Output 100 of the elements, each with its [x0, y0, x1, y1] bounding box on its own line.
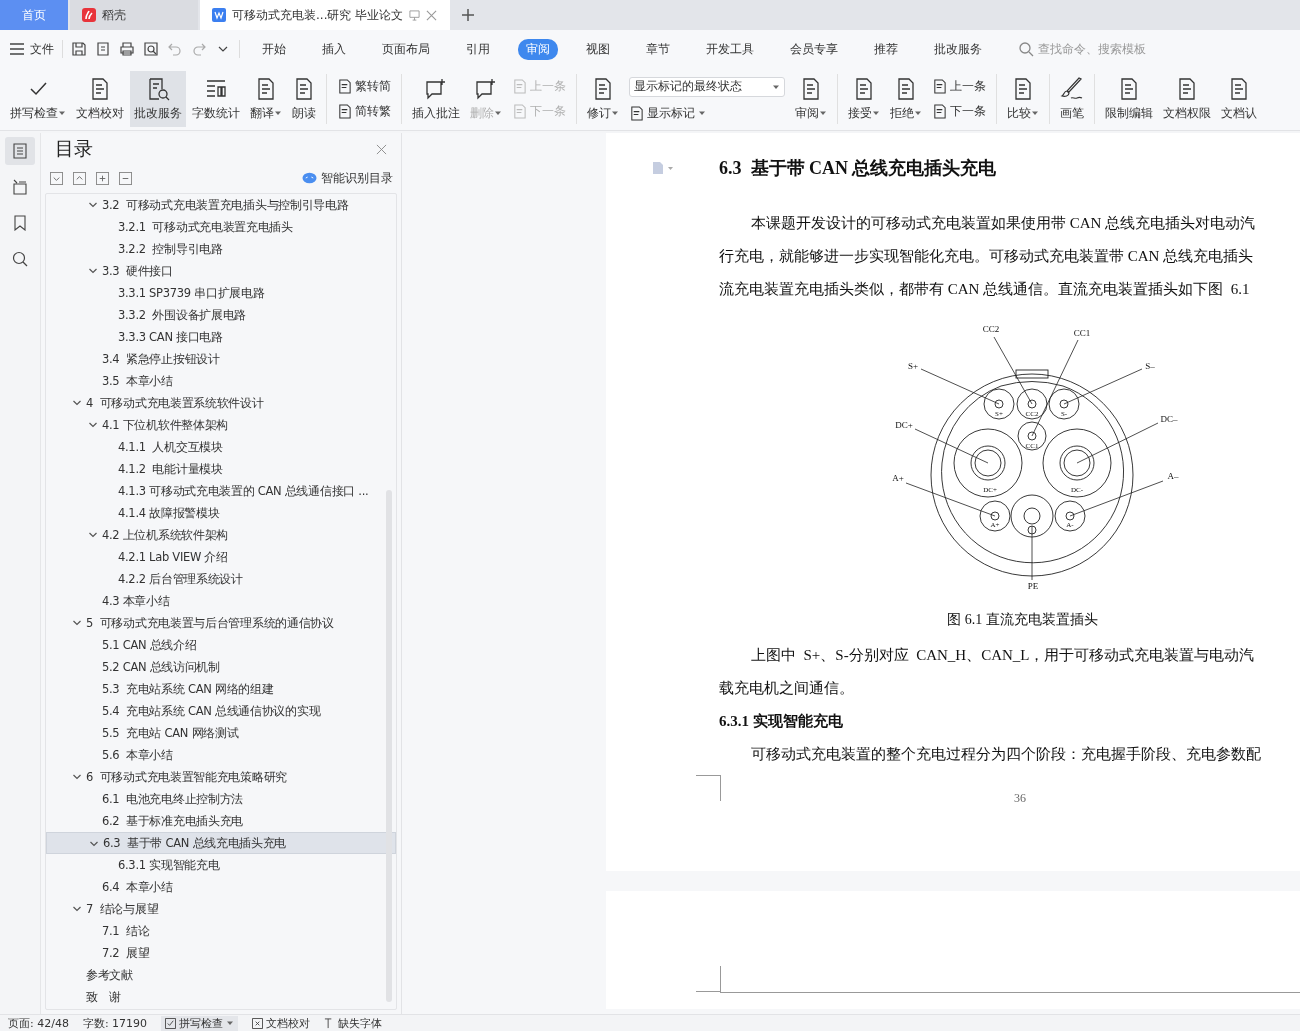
ribbon-tab[interactable]: 推荐 — [866, 38, 906, 60]
command-search-field[interactable]: 查找命令、搜索模板 — [1018, 41, 1170, 57]
chevron-icon[interactable] — [88, 530, 98, 540]
ribbon-button[interactable]: 审阅 — [791, 71, 831, 127]
toc-item[interactable]: 4.1.2 电能计量模块 — [46, 458, 396, 480]
minus-icon[interactable] — [119, 171, 132, 185]
chevron-icon[interactable] — [88, 420, 98, 430]
toc-item[interactable]: 6.2 基于标准充电插头充电 — [46, 810, 396, 832]
toc-item[interactable]: 5 可移动式充电装置与后台管理系统的通信协议 — [46, 612, 396, 634]
toc-item[interactable]: 3.3.1 SP3739 串口扩展电路 — [46, 282, 396, 304]
toc-item[interactable]: 3.5 本章小结 — [46, 370, 396, 392]
close-icon[interactable] — [426, 9, 438, 21]
ribbon-button[interactable]: 比较 — [1003, 71, 1043, 127]
toc-item[interactable]: 3.3 硬件接口 — [46, 260, 396, 282]
toc-item[interactable]: 3.3.2 外围设备扩展电路 — [46, 304, 396, 326]
close-icon[interactable] — [376, 143, 387, 155]
chevron-icon[interactable] — [72, 398, 82, 408]
toc-item[interactable]: 4 可移动式充电装置系统软件设计 — [46, 392, 396, 414]
ribbon-tab[interactable]: 页面布局 — [374, 38, 438, 60]
expand-icon[interactable] — [73, 171, 86, 185]
ribbon-button[interactable]: 翻译 — [246, 71, 286, 127]
ribbon-tab[interactable]: 开发工具 — [698, 38, 762, 60]
smart-toc-button[interactable]: 智能识别目录 — [302, 169, 393, 187]
ribbon-tab[interactable]: 引用 — [458, 38, 498, 60]
ribbon-small-button[interactable]: 下一条 — [932, 103, 986, 120]
file-menu-button[interactable]: 文件 — [10, 40, 54, 58]
chevron-icon[interactable] — [72, 618, 82, 628]
tab[interactable]: 可移动式充电装...研究 毕业论文 — [200, 0, 450, 30]
toc-item[interactable]: 3.2 可移动式充电装置充电插头与控制引导电路 — [46, 194, 396, 216]
ribbon-button[interactable]: 拒绝 — [886, 71, 926, 127]
chevron-icon[interactable] — [88, 200, 98, 210]
markup-dropdown[interactable]: 显示标记的最终状态 — [629, 76, 785, 97]
plus-icon[interactable] — [96, 171, 109, 185]
save-icon[interactable] — [71, 41, 87, 57]
toc-item[interactable]: 3.2.2 控制导引电路 — [46, 238, 396, 260]
toc-item[interactable]: 4.3 本章小结 — [46, 590, 396, 612]
toc-item[interactable]: 5.1 CAN 总线介绍 — [46, 634, 396, 656]
toc-item[interactable]: 参考文献 — [46, 964, 396, 986]
nav-button[interactable] — [5, 137, 35, 165]
ribbon-button[interactable]: 拼写检查 — [6, 71, 70, 127]
ribbon-tab[interactable]: 插入 — [314, 38, 354, 60]
toc-item[interactable]: 6.3 基于带 CAN 总线充电插头充电 — [46, 832, 396, 854]
toc-item[interactable]: 4.1.4 故障报警模块 — [46, 502, 396, 524]
toc-item[interactable]: 5.3 充电站系统 CAN 网络的组建 — [46, 678, 396, 700]
toc-item[interactable]: 5.2 CAN 总线访问机制 — [46, 656, 396, 678]
ribbon-button[interactable]: 朗读 — [288, 71, 320, 127]
status-button[interactable]: 拼写检查 — [161, 1015, 239, 1031]
ribbon-button[interactable]: 画笔 — [1056, 71, 1088, 127]
toc-item[interactable]: 6.4 本章小结 — [46, 876, 396, 898]
toc-item[interactable]: 5.5 充电站 CAN 网络测试 — [46, 722, 396, 744]
ribbon-button[interactable]: 限制编辑 — [1101, 71, 1157, 127]
ribbon-button[interactable]: 修订 — [583, 71, 623, 127]
plus-icon[interactable] — [462, 9, 474, 21]
ribbon-button[interactable]: 插入批注 — [408, 71, 464, 127]
tab[interactable]: 稻壳 — [70, 0, 198, 30]
status-button[interactable]: 缺失字体 — [324, 1015, 383, 1031]
ribbon-small-button[interactable]: 繁转简 — [337, 78, 391, 95]
ribbon-small-button[interactable]: 上一条 — [932, 78, 986, 95]
toc-item[interactable]: 5.6 本章小结 — [46, 744, 396, 766]
toc-item[interactable]: 6.1 电池充电终止控制方法 — [46, 788, 396, 810]
toc-item[interactable]: 6.3.1 实现智能充电 — [46, 854, 396, 876]
ribbon-tab[interactable]: 审阅 — [518, 38, 558, 60]
toc-item[interactable]: 5.4 充电站系统 CAN 总线通信协议的实现 — [46, 700, 396, 722]
ribbon-button[interactable]: 接受 — [844, 71, 884, 127]
toc-item[interactable]: 4.2.2 后台管理系统设计 — [46, 568, 396, 590]
ribbon-tab[interactable]: 会员专享 — [782, 38, 846, 60]
toc-item[interactable]: 3.3.3 CAN 接口电路 — [46, 326, 396, 348]
chevron-icon[interactable] — [72, 904, 82, 914]
toc-item[interactable]: 4.1.1 人机交互模块 — [46, 436, 396, 458]
collapse-icon[interactable] — [50, 171, 63, 185]
ribbon-button[interactable]: 批改服务 — [130, 71, 186, 127]
ribbon-button[interactable]: 字数统计 — [188, 71, 244, 127]
toc-item[interactable]: 致 谢 — [46, 986, 396, 1008]
status-button[interactable]: 文档校对 — [252, 1015, 311, 1031]
toc-item[interactable]: 4.1.3 可移动式充电装置的 CAN 总线通信接口 ... — [46, 480, 396, 502]
chevron-icon[interactable] — [88, 266, 98, 276]
caret-icon — [494, 109, 502, 117]
chevron-icon[interactable] — [89, 839, 99, 849]
ribbon-small-button[interactable]: 简转繁 — [337, 103, 391, 120]
toc-item[interactable]: 7.1 结论 — [46, 920, 396, 942]
preview-icon[interactable] — [143, 41, 159, 57]
ribbon-button[interactable]: 文档权限 — [1159, 71, 1215, 127]
ribbon-button[interactable]: 文档校对 — [72, 71, 128, 127]
toc-item[interactable]: 4.2 上位机系统软件架构 — [46, 524, 396, 546]
ribbon-tab[interactable]: 视图 — [578, 38, 618, 60]
toc-item[interactable]: 7.2 展望 — [46, 942, 396, 964]
ribbon-tab[interactable]: 章节 — [638, 38, 678, 60]
scrollbar-thumb[interactable] — [386, 490, 392, 1002]
toc-item[interactable]: 3.2.1 可移动式充电装置充电插头 — [46, 216, 396, 238]
ribbon-tab[interactable]: 开始 — [254, 38, 294, 60]
ribbon-small-button[interactable]: 显示标记 — [629, 104, 785, 122]
toc-item[interactable]: 6 可移动式充电装置智能充电策略研究 — [46, 766, 396, 788]
ribbon-button[interactable]: 文档认 — [1217, 71, 1261, 127]
toc-item[interactable]: 3.4 紧急停止按钮设计 — [46, 348, 396, 370]
toc-item[interactable]: 7 结论与展望 — [46, 898, 396, 920]
toc-item[interactable]: 4.2.1 Lab VIEW 介绍 — [46, 546, 396, 568]
chevron-icon[interactable] — [72, 772, 82, 782]
print-icon[interactable] — [119, 41, 135, 57]
toc-item[interactable]: 4.1 下位机软件整体架构 — [46, 414, 396, 436]
ribbon-tab[interactable]: 批改服务 — [926, 38, 990, 60]
